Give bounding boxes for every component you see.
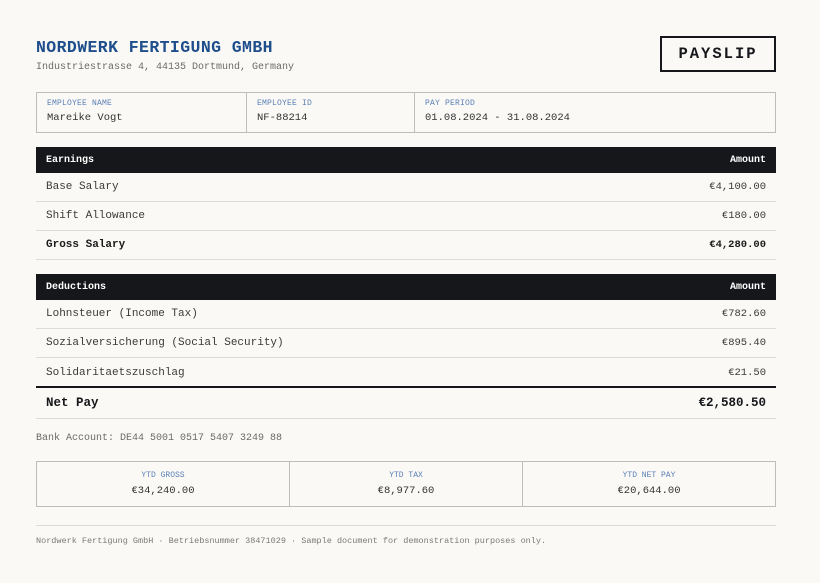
employee-id-cell: EMPLOYEE ID NF-88214 <box>247 93 415 132</box>
ytd-net-pay-label: YTD NET PAY <box>622 471 676 480</box>
footer-note: Nordwerk Fertigung GmbH · Betriebsnummer… <box>36 536 547 546</box>
deductions-header: Deductions <box>46 281 107 293</box>
bank-account: Bank Account: DE44 5001 0517 5407 3249 8… <box>36 433 283 444</box>
pay-period-cell: PAY PERIOD 01.08.2024 - 31.08.2024 <box>415 93 775 132</box>
ytd-net-pay-value: €20,644.00 <box>617 485 681 497</box>
table-row: Sozialversicherung (Social Security) €89… <box>36 329 776 358</box>
ytd-summary: YTD GROSS €34,240.00 YTD TAX €8,977.60 Y… <box>36 461 776 507</box>
earnings-header-row: Earnings Amount <box>36 147 776 173</box>
row-amount: €895.40 <box>721 337 766 349</box>
row-label: Solidaritaetszuschlag <box>46 366 185 379</box>
ytd-net-pay-cell: YTD NET PAY €20,644.00 <box>523 462 775 506</box>
earnings-amount-header: Amount <box>729 154 766 166</box>
document-title: PAYSLIP <box>660 36 776 72</box>
ytd-tax-cell: YTD TAX €8,977.60 <box>290 462 523 506</box>
row-amount: €180.00 <box>721 210 766 222</box>
deductions-amount-header: Amount <box>729 281 766 293</box>
row-amount: €782.60 <box>721 308 766 320</box>
earnings-table: Earnings Amount Base Salary €4,100.00 Sh… <box>36 147 776 260</box>
net-pay-amount: €2,580.50 <box>698 396 766 410</box>
deductions-header-row: Deductions Amount <box>36 274 776 300</box>
ytd-tax-value: €8,977.60 <box>377 485 435 497</box>
row-label: Sozialversicherung (Social Security) <box>46 337 284 349</box>
company-name: NORDWERK FERTIGUNG GMBH <box>36 38 273 57</box>
row-label: Base Salary <box>46 181 119 193</box>
employee-name-cell: EMPLOYEE NAME Mareike Vogt <box>37 93 247 132</box>
employee-name-value: Mareike Vogt <box>47 112 123 124</box>
ytd-tax-label: YTD TAX <box>389 471 423 480</box>
footer-divider <box>36 525 776 526</box>
company-address: Industriestrasse 4, 44135 Dortmund, Germ… <box>36 62 295 73</box>
pay-period-value: 01.08.2024 - 31.08.2024 <box>425 112 570 124</box>
table-row: Lohnsteuer (Income Tax) €782.60 <box>36 300 776 329</box>
table-row: Base Salary €4,100.00 <box>36 173 776 202</box>
pay-period-label: PAY PERIOD <box>425 99 476 108</box>
ytd-gross-cell: YTD GROSS €34,240.00 <box>37 462 290 506</box>
net-pay-row: Net Pay €2,580.50 <box>36 386 776 419</box>
gross-salary-label: Gross Salary <box>46 239 126 251</box>
row-label: Shift Allowance <box>46 210 146 222</box>
table-row: Shift Allowance €180.00 <box>36 202 776 231</box>
row-label: Lohnsteuer (Income Tax) <box>46 308 198 320</box>
table-row: Solidaritaetszuschlag €21.50 <box>36 358 776 387</box>
earnings-header: Earnings <box>46 154 95 166</box>
employee-id-label: EMPLOYEE ID <box>257 99 313 108</box>
employee-id-value: NF-88214 <box>257 112 308 124</box>
row-amount: €4,100.00 <box>709 181 766 193</box>
deductions-table: Deductions Amount Lohnsteuer (Income Tax… <box>36 274 776 387</box>
gross-salary-row: Gross Salary €4,280.00 <box>36 231 776 260</box>
ytd-gross-value: €34,240.00 <box>131 485 195 497</box>
employee-info-box: EMPLOYEE NAME Mareike Vogt EMPLOYEE ID N… <box>36 92 776 133</box>
net-pay-label: Net Pay <box>46 396 99 410</box>
gross-salary-amount: €4,280.00 <box>709 239 766 251</box>
employee-name-label: EMPLOYEE NAME <box>47 99 113 108</box>
row-amount: €21.50 <box>728 366 766 379</box>
ytd-gross-label: YTD GROSS <box>141 471 185 480</box>
